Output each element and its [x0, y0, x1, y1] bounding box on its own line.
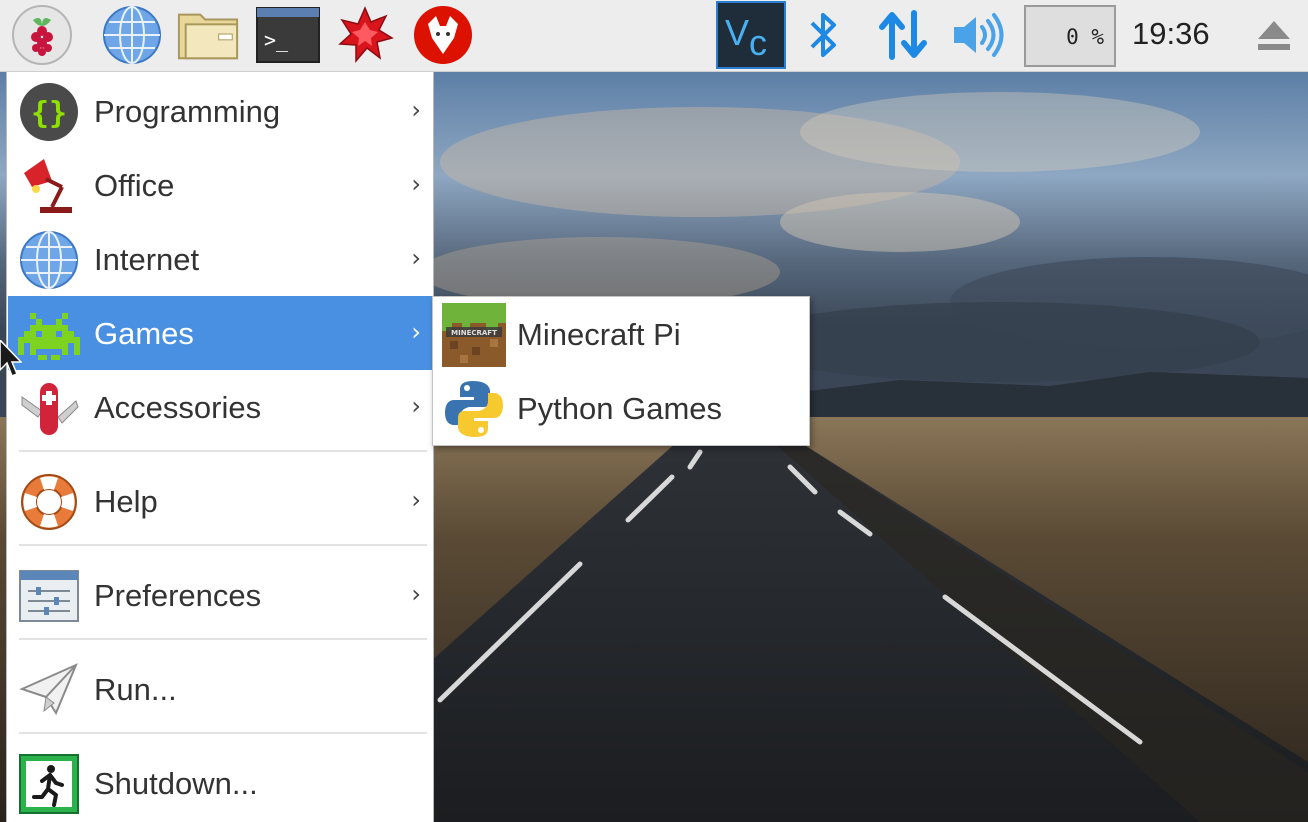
exit-icon: [19, 754, 79, 814]
menu-item-preferences[interactable]: Preferences ›: [8, 558, 433, 632]
terminal-button[interactable]: >_: [256, 4, 320, 66]
paper-plane-icon: [19, 663, 78, 716]
minecraft-icon: MINECRAFT: [442, 303, 506, 367]
space-invader-icon: [18, 313, 80, 360]
clock[interactable]: 19:36: [1132, 16, 1210, 52]
svg-text:c: c: [749, 22, 767, 63]
submenu-item-label: Python Games: [517, 391, 723, 426]
swiss-knife-icon: [21, 383, 79, 435]
menu-separator: [19, 450, 427, 452]
volume-button[interactable]: [946, 4, 1010, 66]
submenu-arrow-icon: ›: [411, 392, 421, 420]
web-browser-button[interactable]: [100, 4, 164, 66]
preferences-icon: [19, 570, 79, 622]
menu-separator: [19, 544, 427, 546]
raspberry-menu-button[interactable]: [10, 4, 74, 66]
menu-item-help[interactable]: Help ›: [8, 464, 433, 538]
menu-item-office[interactable]: Office ›: [8, 148, 433, 222]
mouse-pointer-icon: [0, 340, 22, 377]
menu-item-shutdown[interactable]: Shutdown...: [8, 746, 433, 820]
vnc-icon: V c: [725, 12, 767, 63]
cpu-usage-value: 0 %: [1066, 25, 1104, 49]
submenu-item-minecraft-pi[interactable]: MINECRAFT Minecraft Pi: [433, 297, 809, 371]
python-icon: [445, 381, 503, 437]
menu-item-accessories[interactable]: Accessories ›: [8, 370, 433, 444]
menu-separator: [19, 732, 427, 734]
menu-item-label: Office: [94, 168, 175, 203]
office-lamp-icon: [24, 159, 72, 213]
vnc-button[interactable]: V c: [716, 1, 786, 69]
bluetooth-button[interactable]: [794, 4, 854, 66]
menu-item-label: Preferences: [94, 578, 262, 613]
menu-item-label: Accessories: [94, 390, 262, 425]
menu-item-label: Help: [94, 484, 158, 519]
minecraft-logo-text: MINECRAFT: [451, 329, 497, 337]
file-manager-icon: [177, 13, 239, 60]
cpu-monitor[interactable]: 0 %: [1024, 5, 1116, 67]
submenu-arrow-icon: ›: [411, 318, 421, 346]
wolfram-icon: [414, 6, 472, 64]
menu-item-label: Internet: [94, 242, 200, 277]
eject-icon: [1258, 21, 1290, 50]
menu-item-internet[interactable]: Internet ›: [8, 222, 433, 296]
network-icon: [879, 10, 927, 60]
submenu-arrow-icon: ›: [411, 170, 421, 198]
bluetooth-icon: [810, 13, 836, 57]
svg-text:>_: >_: [264, 28, 289, 52]
svg-text:{}: {}: [31, 96, 67, 131]
volume-icon: [954, 13, 1004, 57]
wolfram-button[interactable]: [411, 4, 475, 66]
submenu-arrow-icon: ›: [411, 486, 421, 514]
menu-item-games[interactable]: Games ›: [8, 296, 433, 370]
submenu-item-python-games[interactable]: Python Games: [433, 371, 809, 445]
network-button[interactable]: [872, 4, 934, 66]
raspberry-menu-icon: [12, 5, 72, 65]
programming-icon: {}: [20, 83, 78, 141]
eject-button[interactable]: [1246, 4, 1302, 66]
web-browser-icon: [103, 6, 161, 64]
menu-item-programming[interactable]: {} Programming ›: [8, 74, 433, 148]
top-panel: >_ V c 0 % 19:36: [0, 0, 1308, 72]
menu-item-label: Games: [94, 316, 194, 351]
mathematica-button[interactable]: [333, 4, 397, 66]
lifebuoy-icon: [21, 474, 77, 530]
svg-text:V: V: [725, 12, 749, 53]
file-manager-button[interactable]: [176, 4, 240, 66]
games-submenu: MINECRAFT Minecraft Pi Python Games: [432, 296, 810, 446]
terminal-icon: >_: [256, 7, 320, 63]
menu-item-label: Run...: [94, 672, 177, 707]
menu-separator: [19, 638, 427, 640]
application-menu: {} Programming › Office › Internet › Gam…: [6, 72, 434, 822]
submenu-arrow-icon: ›: [411, 580, 421, 608]
menu-item-label: Programming: [94, 94, 281, 129]
menu-item-run[interactable]: Run...: [8, 652, 433, 726]
submenu-arrow-icon: ›: [411, 96, 421, 124]
globe-icon: [20, 231, 78, 289]
mathematica-icon: [338, 6, 394, 64]
submenu-item-label: Minecraft Pi: [517, 317, 681, 352]
submenu-arrow-icon: ›: [411, 244, 421, 272]
menu-item-label: Shutdown...: [94, 766, 258, 801]
